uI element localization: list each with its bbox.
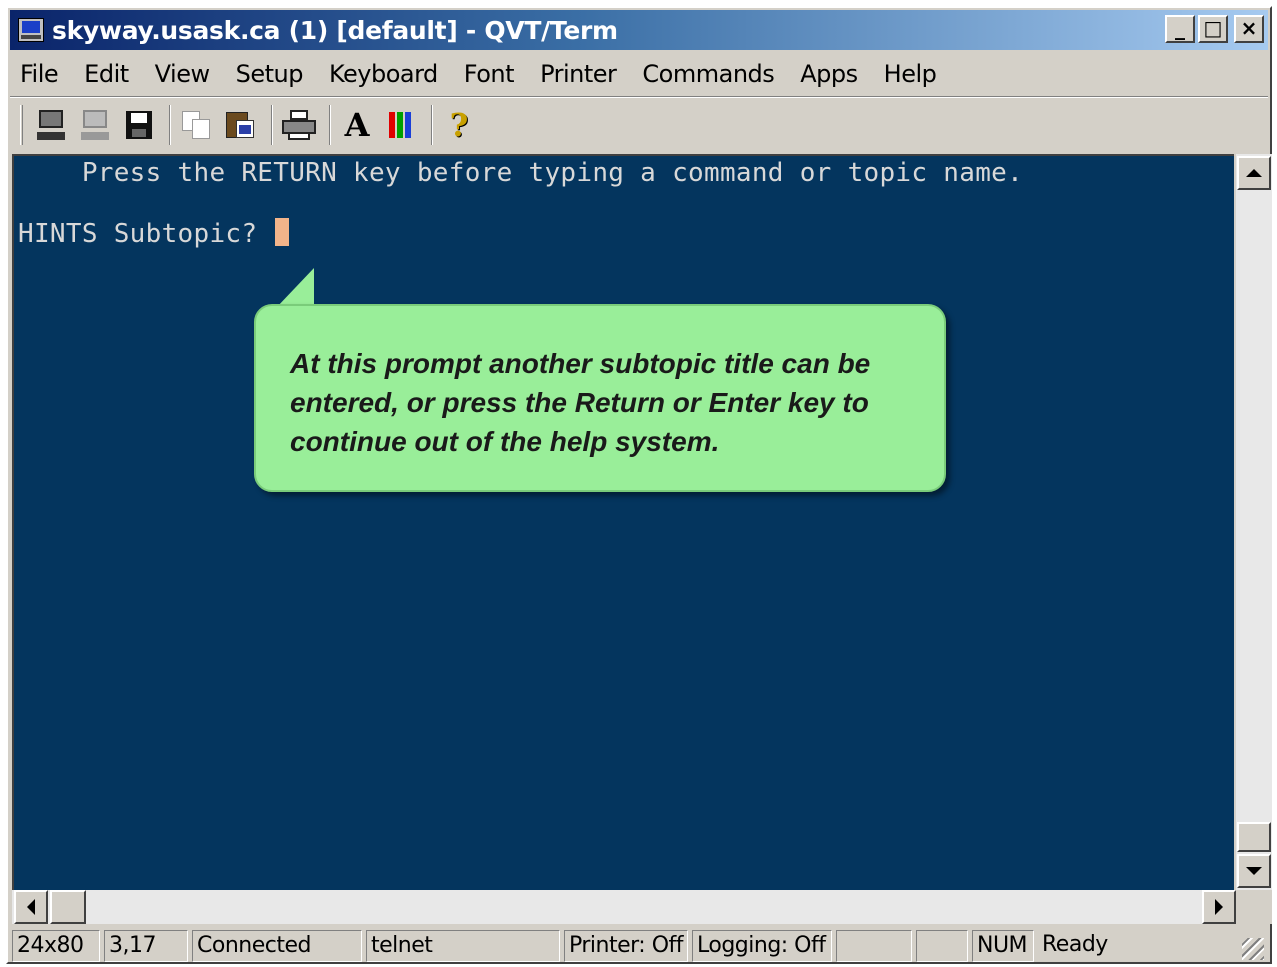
title-bar[interactable]: skyway.usask.ca (1) [default] - QVT/Term… <box>10 10 1268 50</box>
terminal-cursor <box>275 218 290 246</box>
status-cursor-position: 3,17 <box>104 930 188 962</box>
help-glyph: ? <box>449 106 469 144</box>
terminal-prompt-line: HINTS Subtopic? <box>18 218 290 249</box>
menu-font[interactable]: Font <box>464 60 515 88</box>
menu-file[interactable]: File <box>20 60 59 88</box>
paste-icon[interactable] <box>221 105 261 145</box>
color-bar-blue <box>405 112 411 138</box>
vertical-scrollbar[interactable] <box>1236 154 1272 890</box>
resize-grip-icon[interactable] <box>1242 938 1264 960</box>
status-logging: Logging: Off <box>692 930 832 962</box>
status-num-lock: NUM <box>972 930 1034 962</box>
arrow-down-icon <box>1246 867 1262 875</box>
toolbar-grip[interactable] <box>20 105 23 145</box>
color-bar-red <box>389 112 395 138</box>
callout-text: At this prompt another subtopic title ca… <box>290 348 871 457</box>
terminal-line-1: Press the RETURN key before typing a com… <box>18 158 1024 188</box>
menu-printer[interactable]: Printer <box>540 60 617 88</box>
menu-commands[interactable]: Commands <box>642 60 774 88</box>
status-protocol: telnet <box>366 930 560 962</box>
menu-view[interactable]: View <box>155 60 210 88</box>
status-connection: Connected <box>192 930 362 962</box>
horizontal-scrollbar[interactable] <box>12 890 1236 924</box>
terminal-app-icon[interactable] <box>18 18 44 42</box>
toolbar-separator <box>329 105 331 145</box>
window-controls: _ □ × <box>1162 15 1264 43</box>
print-icon[interactable] <box>279 105 319 145</box>
toolbar-separator <box>169 105 171 145</box>
qvt-term-window: skyway.usask.ca (1) [default] - QVT/Term… <box>6 6 1272 964</box>
callout-pointer <box>276 268 314 308</box>
copy-icon[interactable] <box>177 105 217 145</box>
help-icon[interactable]: ? <box>439 105 479 145</box>
close-button[interactable]: × <box>1234 15 1264 43</box>
disconnect-terminal-icon[interactable] <box>75 105 115 145</box>
menu-edit[interactable]: Edit <box>84 60 129 88</box>
scrollbar-corner <box>1236 890 1272 924</box>
window-title: skyway.usask.ca (1) [default] - QVT/Term <box>52 15 618 45</box>
menu-divider <box>10 96 1268 98</box>
arrow-left-icon <box>27 899 35 915</box>
status-empty-1 <box>836 930 912 962</box>
toolbar-separator <box>271 105 273 145</box>
menu-setup[interactable]: Setup <box>236 60 304 88</box>
toolbar-separator <box>431 105 433 145</box>
annotation-callout: At this prompt another subtopic title ca… <box>254 304 946 492</box>
horizontal-scroll-thumb[interactable] <box>50 890 86 924</box>
maximize-button[interactable]: □ <box>1198 15 1228 43</box>
status-printer: Printer: Off <box>564 930 688 962</box>
menu-bar: File Edit View Setup Keyboard Font Print… <box>10 54 1268 94</box>
colors-icon[interactable] <box>381 105 421 145</box>
scroll-right-button[interactable] <box>1202 890 1236 924</box>
status-empty-2 <box>916 930 968 962</box>
color-bar-green <box>397 112 403 138</box>
save-icon[interactable] <box>119 105 159 145</box>
menu-apps[interactable]: Apps <box>800 60 858 88</box>
scroll-up-button[interactable] <box>1237 156 1271 190</box>
font-glyph: A <box>344 106 370 144</box>
menu-help[interactable]: Help <box>884 60 937 88</box>
status-bar: 24x80 3,17 Connected telnet Printer: Off… <box>10 928 1268 964</box>
font-icon[interactable]: A <box>337 105 377 145</box>
status-state: Ready <box>1042 932 1108 957</box>
minimize-button[interactable]: _ <box>1165 15 1195 43</box>
scroll-left-button[interactable] <box>14 890 48 924</box>
arrow-right-icon <box>1215 899 1223 915</box>
terminal-screen[interactable]: Press the RETURN key before typing a com… <box>12 154 1234 890</box>
status-terminal-size: 24x80 <box>12 930 100 962</box>
menu-keyboard[interactable]: Keyboard <box>329 60 438 88</box>
scroll-down-button[interactable] <box>1237 854 1271 888</box>
terminal-prompt-text: HINTS Subtopic? <box>18 219 274 249</box>
toolbar: A ? <box>10 100 1268 150</box>
vertical-scroll-thumb[interactable] <box>1237 822 1271 852</box>
connect-terminal-icon[interactable] <box>31 105 71 145</box>
arrow-up-icon <box>1246 169 1262 177</box>
